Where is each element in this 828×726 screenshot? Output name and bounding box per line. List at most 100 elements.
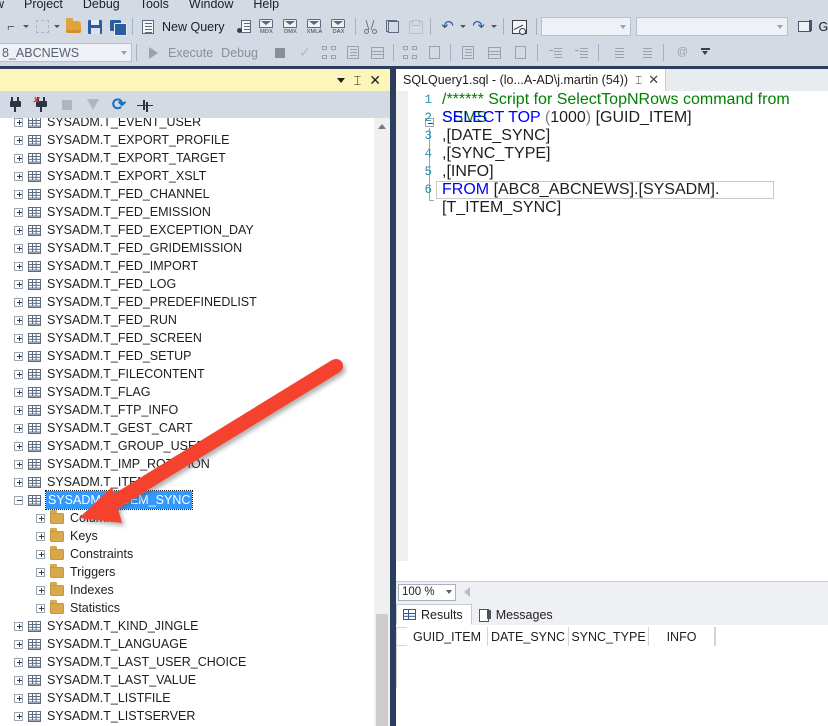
tree-expand-icon[interactable] bbox=[14, 333, 23, 343]
tree-node-selected[interactable]: SYSADM.T_ITEM_SYNC bbox=[0, 490, 372, 510]
tree-collapse-icon[interactable] bbox=[14, 495, 23, 505]
panel-menu-chevron-down-icon[interactable] bbox=[337, 77, 346, 83]
tree-node[interactable]: SYSADM.T_LISTSERVER bbox=[0, 707, 372, 725]
tree-node[interactable]: SYSADM.T_LANGUAGE bbox=[0, 635, 372, 653]
tree-node[interactable]: SYSADM.T_FED_IMPORT bbox=[0, 257, 372, 275]
redo-chevron-down-icon[interactable] bbox=[490, 25, 497, 28]
activity-chart-icon[interactable] bbox=[508, 16, 532, 38]
tree-expand-icon[interactable] bbox=[14, 693, 23, 703]
menu-item-window[interactable]: Window bbox=[179, 0, 243, 14]
tree-expand-icon[interactable] bbox=[36, 549, 45, 559]
generate-icon[interactable] bbox=[794, 16, 816, 38]
scrollbar-thumb[interactable] bbox=[376, 614, 388, 726]
tree-expand-icon[interactable] bbox=[36, 567, 45, 577]
new-database-query-icon[interactable] bbox=[233, 16, 255, 38]
debug-label[interactable]: Debug bbox=[218, 46, 263, 60]
tree-expand-icon[interactable] bbox=[14, 621, 23, 631]
horizontal-scroll-left-arrow-icon[interactable] bbox=[464, 587, 470, 597]
tree-node[interactable]: SYSADM.T_FTP_INFO bbox=[0, 401, 372, 419]
redo-icon[interactable]: ↷ bbox=[468, 16, 490, 38]
tree-node[interactable]: SYSADM.T_LAST_VALUE bbox=[0, 671, 372, 689]
tree-node[interactable]: SYSADM.T_LAST_USER_CHOICE bbox=[0, 653, 372, 671]
tree-node[interactable]: SYSADM.T_EXPORT_PROFILE bbox=[0, 131, 372, 149]
zoom-combo[interactable]: 100 % bbox=[398, 583, 456, 601]
tree-expand-icon[interactable] bbox=[36, 531, 45, 541]
tree-expand-icon[interactable] bbox=[14, 135, 23, 145]
menu-item-help[interactable]: Help bbox=[243, 0, 289, 14]
tree-node[interactable]: Constraints bbox=[0, 545, 372, 563]
tree-expand-icon[interactable] bbox=[14, 118, 23, 127]
activity-monitor-icon[interactable] bbox=[132, 93, 158, 116]
tree-expand-icon[interactable] bbox=[36, 585, 45, 595]
tree-expand-icon[interactable] bbox=[14, 207, 23, 217]
database-combo[interactable]: 8_ABCNEWS bbox=[0, 43, 132, 62]
menu-item-debug[interactable]: Debug bbox=[73, 0, 130, 14]
tree-node[interactable]: SYSADM.T_EXPORT_TARGET bbox=[0, 149, 372, 167]
tab-messages[interactable]: Messages bbox=[471, 604, 562, 625]
column-header[interactable]: GUID_ITEM bbox=[407, 627, 488, 646]
tab-results[interactable]: Results bbox=[396, 604, 472, 625]
tree-node[interactable]: SYSADM.T_FLAG bbox=[0, 383, 372, 401]
panel-pin-icon[interactable]: ⌶ bbox=[353, 74, 361, 87]
tree-node[interactable]: SYSADM.T_FED_SETUP bbox=[0, 347, 372, 365]
new-query-icon[interactable] bbox=[137, 16, 159, 38]
generate-label[interactable]: Gene bbox=[816, 20, 828, 34]
tree-expand-icon[interactable] bbox=[14, 261, 23, 271]
new-item-icon[interactable]: ⌐ bbox=[0, 16, 22, 38]
save-icon[interactable] bbox=[84, 16, 106, 38]
tree-expand-icon[interactable] bbox=[14, 297, 23, 307]
solution-config-combo[interactable] bbox=[540, 17, 631, 36]
tree-expand-icon[interactable] bbox=[14, 279, 23, 289]
tree-expand-icon[interactable] bbox=[14, 153, 23, 163]
disconnect-icon[interactable]: ✕ bbox=[28, 93, 54, 116]
tab-pin-icon[interactable]: ⌶ bbox=[635, 74, 642, 86]
new-dax-query-icon[interactable]: DAX bbox=[327, 16, 351, 38]
tree-node[interactable]: SYSADM.T_FILECONTENT bbox=[0, 365, 372, 383]
add-item-chevron-down-icon[interactable] bbox=[54, 25, 60, 28]
tree-node[interactable]: SYSADM.T_FED_RUN bbox=[0, 311, 372, 329]
copy-icon[interactable] bbox=[382, 16, 404, 38]
menu-item-tools[interactable]: Tools bbox=[130, 0, 179, 14]
open-folder-icon[interactable] bbox=[62, 16, 84, 38]
solution-platform-combo[interactable] bbox=[635, 17, 788, 36]
tree-expand-icon[interactable] bbox=[14, 387, 23, 397]
tree-expand-icon[interactable] bbox=[14, 369, 23, 379]
tree-node[interactable]: Columns bbox=[0, 509, 372, 527]
execute-label[interactable]: Execute bbox=[165, 46, 218, 60]
new-query-label[interactable]: New Query bbox=[159, 20, 230, 34]
tree-node[interactable]: Indexes bbox=[0, 581, 372, 599]
tree-node[interactable]: SYSADM.T_FED_CHANNEL bbox=[0, 185, 372, 203]
tree-node[interactable]: SYSADM.T_FED_EXCEPTION_DAY bbox=[0, 221, 372, 239]
new-xmla-query-icon[interactable]: XMLA bbox=[303, 16, 327, 38]
tree-node[interactable]: SYSADM.T_GEST_CART bbox=[0, 419, 372, 437]
tree-node[interactable]: SYSADM.T_EXPORT_XSLT bbox=[0, 167, 372, 185]
tree-node[interactable]: SYSADM.T_KIND_JINGLE bbox=[0, 617, 372, 635]
object-explorer-scrollbar[interactable] bbox=[374, 118, 390, 726]
sql-code-editor[interactable]: 1 2 3 4 5 6 /****** Script for SelectTop… bbox=[396, 91, 828, 561]
object-explorer-tree[interactable]: SYSADM.T_EVENT_USER SYSADM.T_EXPORT_PROFI… bbox=[0, 118, 390, 726]
tree-node[interactable]: SYSADM.T_IMP_ROTATION bbox=[0, 455, 372, 473]
tree-expand-icon[interactable] bbox=[36, 513, 45, 523]
tree-node[interactable]: SYSADM.T_FED_EMISSION bbox=[0, 203, 372, 221]
tree-expand-icon[interactable] bbox=[36, 603, 45, 613]
new-mdx-query-icon[interactable]: MDX bbox=[255, 16, 279, 38]
tree-node[interactable]: SYSADM.T_FED_PREDEFINEDLIST bbox=[0, 293, 372, 311]
column-header[interactable]: SYNC_TYPE bbox=[569, 627, 649, 646]
tree-node[interactable]: SYSADM.T_LISTFILE bbox=[0, 689, 372, 707]
tree-expand-icon[interactable] bbox=[14, 675, 23, 685]
connect-icon[interactable] bbox=[2, 93, 28, 116]
tree-expand-icon[interactable] bbox=[14, 711, 23, 721]
tree-expand-icon[interactable] bbox=[14, 441, 23, 451]
tree-node[interactable]: SYSADM.T_FED_LOG bbox=[0, 275, 372, 293]
column-header[interactable]: INFO bbox=[649, 627, 715, 646]
tree-node[interactable]: SYSADM.T_FED_SCREEN bbox=[0, 329, 372, 347]
tab-close-icon[interactable]: ✕ bbox=[648, 73, 659, 86]
tree-expand-icon[interactable] bbox=[14, 243, 23, 253]
tree-expand-icon[interactable] bbox=[14, 639, 23, 649]
execute-play-icon[interactable] bbox=[141, 42, 165, 64]
tree-node[interactable]: SYSADM.T_GROUP_USER bbox=[0, 437, 372, 455]
refresh-icon[interactable]: ⟳ bbox=[106, 93, 132, 116]
add-new-item-icon[interactable] bbox=[31, 16, 53, 38]
tree-node[interactable]: Keys bbox=[0, 527, 372, 545]
panel-close-icon[interactable]: ✕ bbox=[369, 73, 381, 87]
